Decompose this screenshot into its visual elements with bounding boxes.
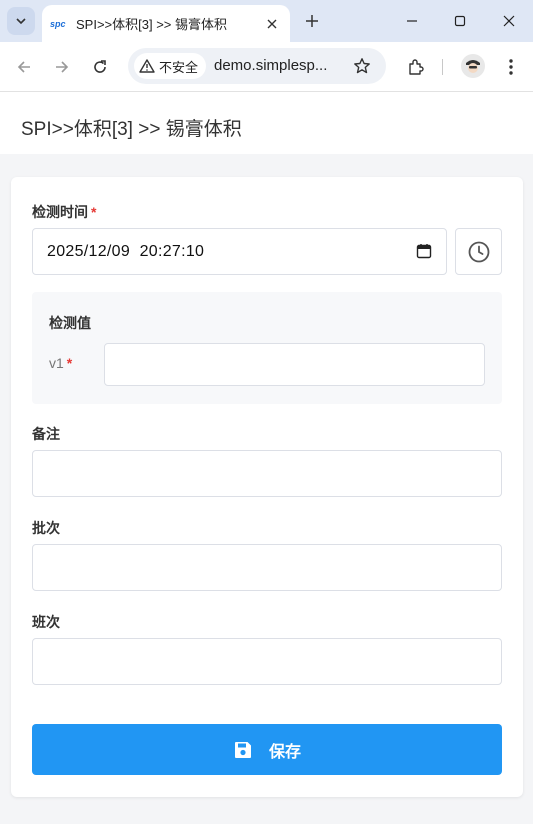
more-icon [509, 59, 513, 75]
required-mark: * [91, 204, 97, 220]
datetime-value: 2025/12/09 20:27:10 [47, 242, 205, 260]
save-button[interactable]: 保存 [32, 724, 502, 775]
minimize-icon [407, 20, 417, 22]
batch-input[interactable] [32, 544, 502, 591]
url-text[interactable]: demo.simplesp... [214, 57, 327, 74]
browser-tab[interactable]: spc SPI>>体积[3] >> 锡膏体积 [42, 5, 290, 42]
calendar-icon[interactable] [416, 243, 432, 259]
warning-icon [139, 59, 155, 73]
address-bar[interactable]: 不安全 demo.simplesp... [128, 48, 386, 84]
reload-button[interactable] [86, 53, 114, 81]
window-close-icon [503, 15, 515, 27]
tab-close-button[interactable] [260, 12, 284, 36]
window-close-button[interactable] [494, 6, 524, 36]
v1-label-row: v1 * [49, 355, 72, 371]
measurement-title: 检测值 [49, 315, 91, 331]
forward-button[interactable] [48, 53, 76, 81]
tab-search-button[interactable] [7, 7, 35, 35]
more-menu-button[interactable] [497, 53, 525, 81]
floppy-disk-icon [234, 741, 251, 758]
profile-avatar[interactable] [461, 54, 485, 78]
v1-input[interactable] [104, 343, 485, 386]
page-header: SPI>>体积[3] >> 锡膏体积 [0, 92, 533, 154]
security-label: 不安全 [159, 59, 199, 75]
new-tab-button[interactable] [299, 8, 325, 34]
time-label-row: 检测时间 * [32, 202, 96, 222]
extensions-icon [409, 59, 424, 75]
save-label: 保存 [268, 743, 301, 761]
shift-input[interactable] [32, 638, 502, 685]
reload-icon [94, 60, 106, 73]
security-chip[interactable]: 不安全 [134, 53, 207, 79]
form-card: 检测时间 * 2025/12/09 20:27:10 检测值 v1 * 备注 批次 … [11, 177, 523, 797]
plus-icon [306, 15, 318, 27]
remark-label: 备注 [32, 426, 60, 442]
avatar-icon [461, 54, 485, 78]
maximize-icon [454, 15, 466, 27]
browser-tabstrip: spc SPI>>体积[3] >> 锡膏体积 [0, 0, 533, 42]
toolbar-divider [442, 59, 443, 75]
tab-title: SPI>>体积[3] >> 锡膏体积 [76, 17, 227, 32]
datetime-input[interactable]: 2025/12/09 20:27:10 [32, 228, 447, 275]
clock-icon [468, 241, 489, 262]
minimize-button[interactable] [397, 6, 427, 36]
bookmark-button[interactable] [349, 53, 375, 79]
back-arrow-icon [17, 61, 30, 73]
forward-arrow-icon [56, 61, 69, 73]
close-icon [267, 19, 277, 28]
chevron-down-icon [16, 18, 26, 25]
back-button[interactable] [10, 53, 38, 81]
required-mark: * [66, 355, 73, 371]
favicon: spc [50, 18, 66, 29]
shift-label: 班次 [32, 614, 60, 630]
v1-label: v1 [49, 355, 64, 371]
time-label: 检测时间 [32, 204, 88, 220]
extensions-button[interactable] [402, 53, 430, 81]
star-icon [354, 58, 370, 74]
remark-input[interactable] [32, 450, 502, 497]
maximize-button[interactable] [445, 6, 475, 36]
current-time-button[interactable] [455, 228, 502, 275]
page-title: SPI>>体积[3] >> 锡膏体积 [21, 119, 242, 140]
browser-toolbar: 不安全 demo.simplesp... [0, 42, 533, 92]
batch-label: 批次 [32, 520, 60, 536]
measurement-section: 检测值 v1 * [32, 292, 502, 404]
